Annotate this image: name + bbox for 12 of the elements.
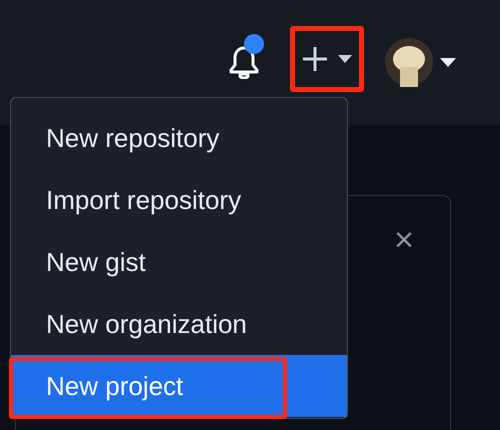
- avatar-icon[interactable]: [384, 37, 434, 87]
- caret-icon[interactable]: [440, 58, 456, 66]
- menu-item[interactable]: Import repository: [11, 169, 347, 231]
- caret-icon: [338, 55, 352, 63]
- menu-item[interactable]: New gist: [11, 231, 347, 293]
- create-button[interactable]: [290, 26, 364, 92]
- menu-item[interactable]: New repository: [11, 107, 347, 169]
- bell-icon[interactable]: [229, 45, 259, 79]
- menu-item[interactable]: New organization: [11, 293, 347, 355]
- menu-item[interactable]: New project: [11, 355, 347, 417]
- close-button[interactable]: ×: [390, 222, 418, 258]
- plus-icon: [302, 46, 328, 72]
